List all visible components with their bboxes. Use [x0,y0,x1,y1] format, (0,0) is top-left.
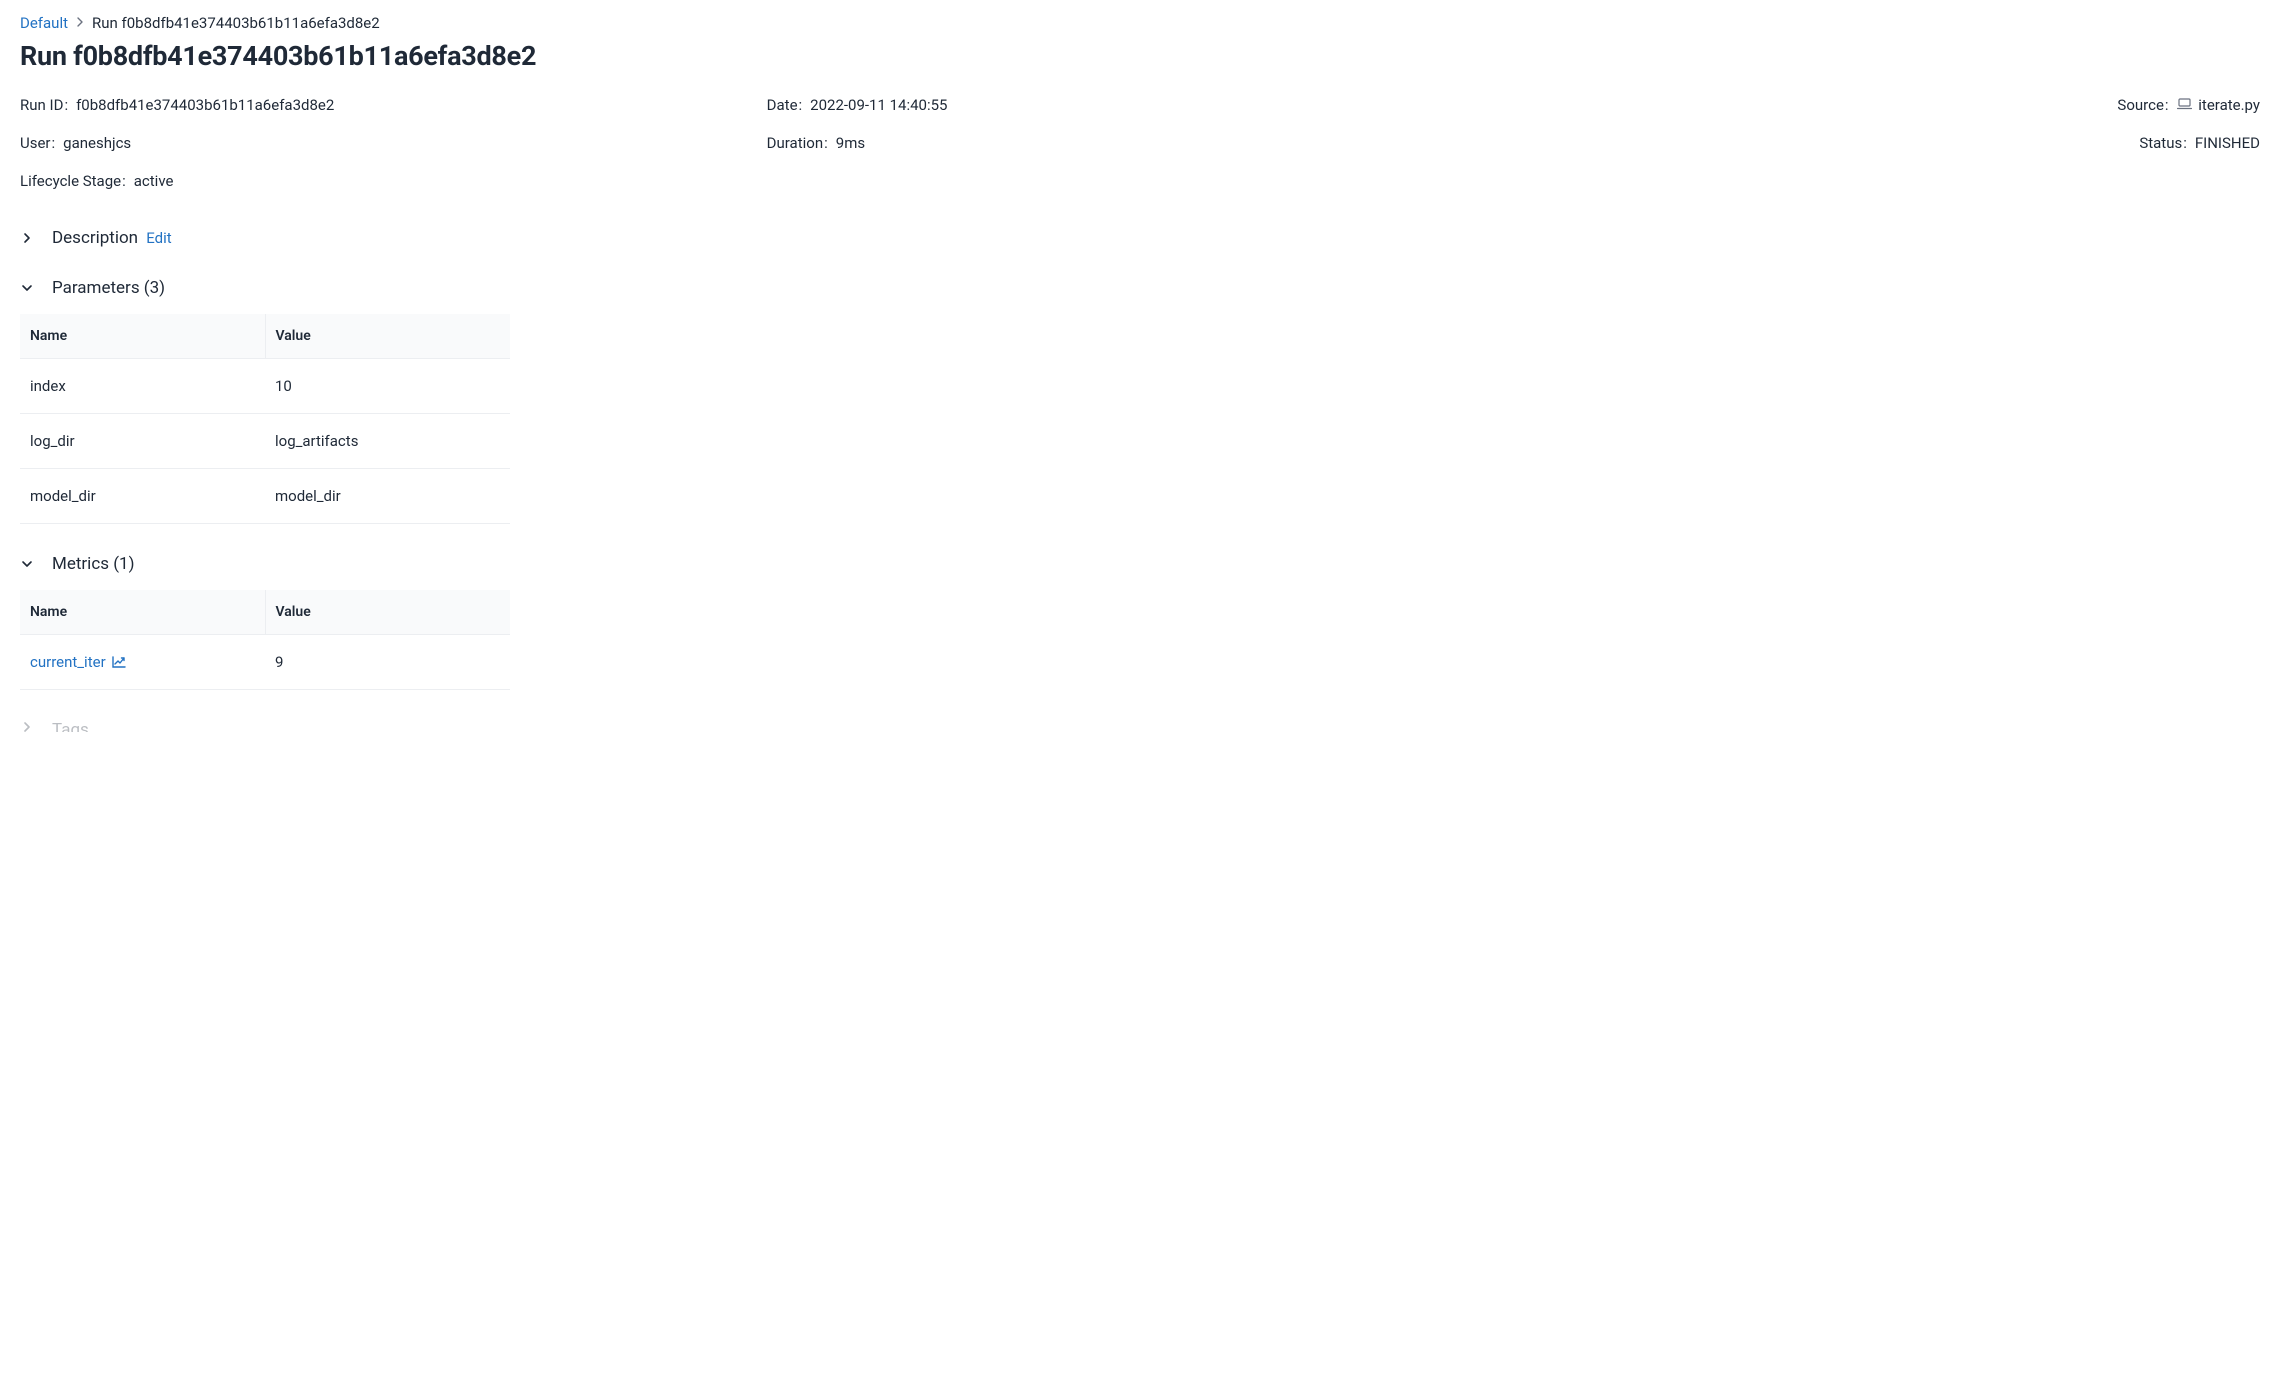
section-tags: Tags [20,720,2260,732]
param-name: index [20,359,265,414]
meta-user-value: ganeshjcs [63,134,131,152]
meta-status-label: Status [2139,134,2187,152]
param-name: log_dir [20,414,265,469]
section-metrics-header[interactable]: Metrics (1) [20,554,2260,574]
param-value: model_dir [265,469,510,524]
metrics-col-name: Name [20,590,265,635]
meta-status-value: FINISHED [2195,134,2260,152]
meta-source: Source iterate.py [2117,96,2260,114]
chevron-down-icon [20,557,34,571]
table-row: log_dir log_artifacts [20,414,510,469]
chart-line-icon [112,656,126,668]
section-parameters-header[interactable]: Parameters (3) [20,278,2260,298]
section-description-title: Description [52,228,138,248]
chevron-right-icon [76,16,84,31]
param-name: model_dir [20,469,265,524]
meta-lifecycle-value: active [134,172,174,190]
breadcrumb: Default Run f0b8dfb41e374403b61b11a6efa3… [20,14,2260,32]
meta-run-id-label: Run ID [20,96,68,114]
parameters-table: Name Value index 10 log_dir log_artifact… [20,314,510,524]
meta-user: User ganeshjcs [20,134,767,152]
meta-run-id: Run ID f0b8dfb41e374403b61b11a6efa3d8e2 [20,96,767,114]
meta-status: Status FINISHED [2139,134,2260,152]
section-parameters-title: Parameters (3) [52,278,165,298]
meta-run-id-value: f0b8dfb41e374403b61b11a6efa3d8e2 [76,96,334,114]
table-row: index 10 [20,359,510,414]
laptop-icon [2177,98,2192,110]
metrics-col-value: Value [265,590,510,635]
parameters-col-name: Name [20,314,265,359]
meta-date-label: Date [767,96,803,114]
parameters-col-value: Value [265,314,510,359]
edit-description-link[interactable]: Edit [146,229,171,247]
metric-name-cell: current_iter [20,635,265,690]
section-metrics-title: Metrics (1) [52,554,135,574]
breadcrumb-current: Run f0b8dfb41e374403b61b11a6efa3d8e2 [92,14,380,32]
param-value: 10 [265,359,510,414]
metrics-table: Name Value current_iter [20,590,510,690]
chevron-down-icon [20,281,34,295]
param-value: log_artifacts [265,414,510,469]
section-description-header[interactable]: Description Edit [20,228,2260,248]
table-row: current_iter 9 [20,635,510,690]
meta-grid: Run ID f0b8dfb41e374403b61b11a6efa3d8e2 … [20,96,2260,190]
meta-source-text: iterate.py [2198,96,2260,114]
section-parameters: Parameters (3) Name Value index 10 log_d… [20,278,2260,524]
breadcrumb-root-link[interactable]: Default [20,14,68,32]
page-title: Run f0b8dfb41e374403b61b11a6efa3d8e2 [20,40,2260,72]
section-description: Description Edit [20,228,2260,248]
meta-date-value: 2022-09-11 14:40:55 [810,96,947,114]
meta-duration: Duration 9ms [767,134,1514,152]
meta-source-label: Source [2117,96,2168,114]
table-row: model_dir model_dir [20,469,510,524]
meta-date: Date 2022-09-11 14:40:55 [767,96,1514,114]
metric-value: 9 [265,635,510,690]
chevron-right-icon [20,720,34,732]
meta-lifecycle: Lifecycle Stage active [20,172,767,190]
meta-duration-label: Duration [767,134,828,152]
meta-lifecycle-label: Lifecycle Stage [20,172,126,190]
section-tags-title: Tags [52,720,89,732]
chevron-right-icon [20,231,34,245]
section-tags-header[interactable]: Tags [20,720,2260,732]
section-metrics: Metrics (1) Name Value current_iter [20,554,2260,690]
meta-source-value: iterate.py [2177,96,2260,114]
meta-duration-value: 9ms [836,134,865,152]
metric-link[interactable]: current_iter [30,653,126,671]
metric-name: current_iter [30,653,106,671]
meta-user-label: User [20,134,55,152]
